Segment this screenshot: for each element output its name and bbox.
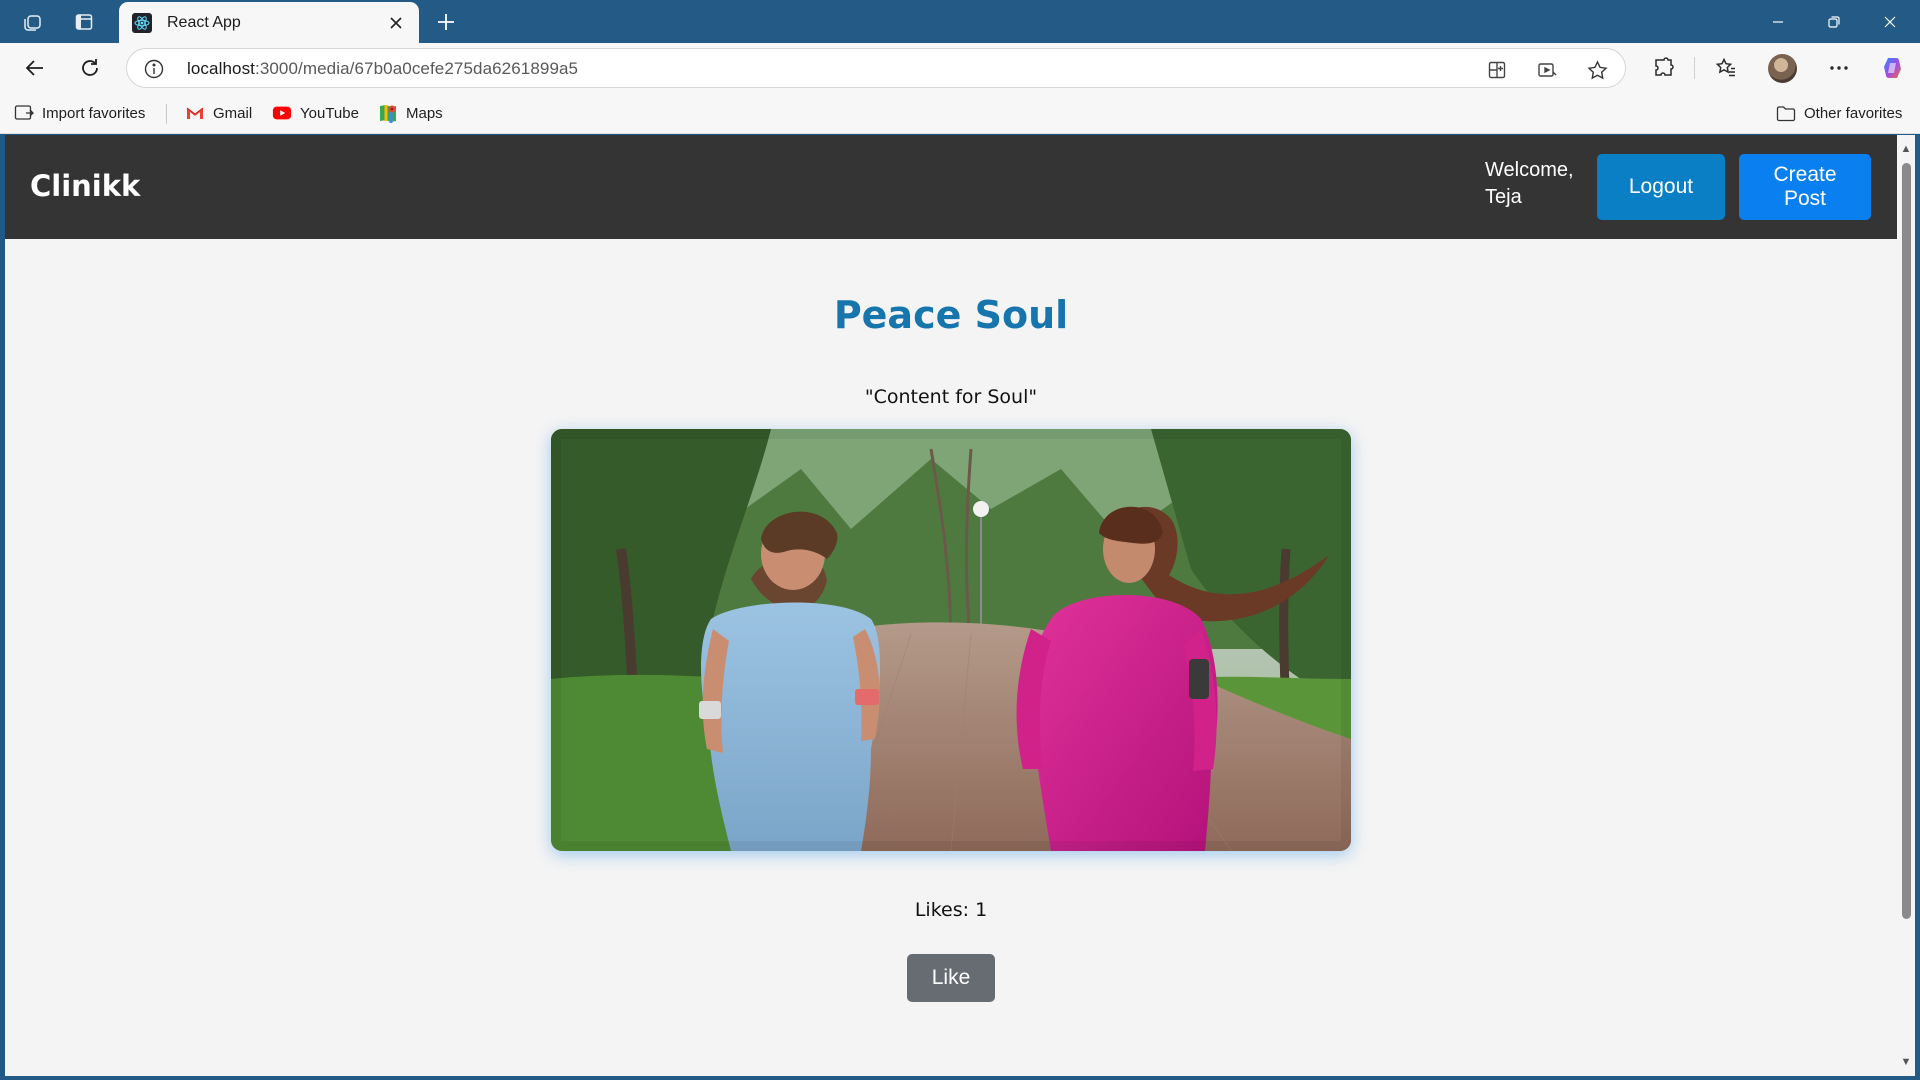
youtube-icon: [272, 103, 292, 123]
tab-title: React App: [167, 13, 241, 31]
restore-button[interactable]: [1806, 0, 1862, 43]
toolbar-divider: [1694, 57, 1695, 79]
bookmark-maps[interactable]: Maps: [378, 102, 443, 124]
bookmark-other-favorites[interactable]: Other favorites: [1776, 102, 1902, 124]
bookmark-label: Gmail: [213, 104, 253, 122]
favorites-icon[interactable]: [1713, 55, 1739, 81]
bookmark-label: Other favorites: [1804, 104, 1903, 122]
scroll-down-arrow-icon[interactable]: ▼: [1900, 1056, 1912, 1068]
bookmark-label: YouTube: [300, 104, 359, 122]
bookmarks-divider: [166, 104, 167, 124]
window-border: [1915, 135, 1920, 1080]
more-options-icon[interactable]: [1826, 55, 1852, 81]
profile-avatar[interactable]: [1768, 54, 1797, 83]
page-scrollbar[interactable]: ▲ ▼: [1897, 135, 1915, 1076]
favorite-star-icon[interactable]: [1585, 58, 1609, 82]
import-favorites-icon: [14, 103, 34, 123]
window-border: [0, 1076, 1920, 1080]
new-tab-button[interactable]: [432, 8, 460, 36]
gmail-icon: [185, 103, 205, 123]
scroll-thumb[interactable]: [1902, 163, 1911, 919]
likes-count: Likes: 1: [914, 899, 988, 921]
create-post-button[interactable]: Create Post: [1739, 154, 1871, 220]
logout-button[interactable]: Logout: [1597, 154, 1725, 220]
bookmark-label: Import favorites: [42, 104, 146, 122]
bookmark-label: Maps: [406, 104, 443, 122]
site-info-icon[interactable]: [143, 58, 165, 80]
app-available-icon[interactable]: [1485, 58, 1509, 82]
vertical-tabs-icon[interactable]: [72, 10, 96, 34]
page-viewport: Clinikk Welcome, Teja Logout Create Post…: [5, 135, 1897, 1076]
title-bar: React App: [0, 0, 1920, 43]
react-favicon-icon: [131, 12, 153, 34]
tab-react-app[interactable]: React App: [119, 2, 419, 43]
bookmark-import-favorites[interactable]: Import favorites: [14, 102, 145, 124]
like-button[interactable]: Like: [907, 954, 995, 1002]
scroll-up-arrow-icon[interactable]: ▲: [1900, 143, 1912, 155]
url-text[interactable]: localhost:3000/media/67b0a0cefe275da6261…: [187, 59, 578, 79]
browser-toolbar: localhost:3000/media/67b0a0cefe275da6261…: [0, 43, 1920, 92]
brand-logo[interactable]: Clinikk: [30, 169, 140, 203]
welcome-text: Welcome, Teja: [1485, 159, 1574, 208]
extensions-icon[interactable]: [1651, 55, 1677, 81]
post-media-image[interactable]: [551, 429, 1351, 851]
post-title: Peace Soul: [833, 293, 1069, 337]
copilot-icon[interactable]: [1880, 55, 1906, 81]
bookmarks-bar: Import favorites Gmail YouTube Maps Othe…: [0, 92, 1920, 134]
post-description: "Content for Soul": [864, 386, 1038, 408]
immersive-reader-icon[interactable]: [1535, 58, 1559, 82]
bookmark-youtube[interactable]: YouTube: [272, 102, 359, 124]
app-navbar: Clinikk Welcome, Teja Logout Create Post: [5, 135, 1897, 239]
workspaces-icon[interactable]: [20, 10, 44, 34]
maps-icon: [378, 103, 398, 123]
folder-icon: [1776, 103, 1796, 123]
address-bar[interactable]: localhost:3000/media/67b0a0cefe275da6261…: [126, 48, 1626, 88]
refresh-button[interactable]: [75, 53, 105, 83]
minimize-button[interactable]: [1750, 0, 1806, 43]
close-tab-icon[interactable]: [385, 12, 407, 34]
bookmark-gmail[interactable]: Gmail: [185, 102, 252, 124]
back-button[interactable]: [20, 53, 50, 83]
close-window-button[interactable]: [1862, 0, 1918, 43]
